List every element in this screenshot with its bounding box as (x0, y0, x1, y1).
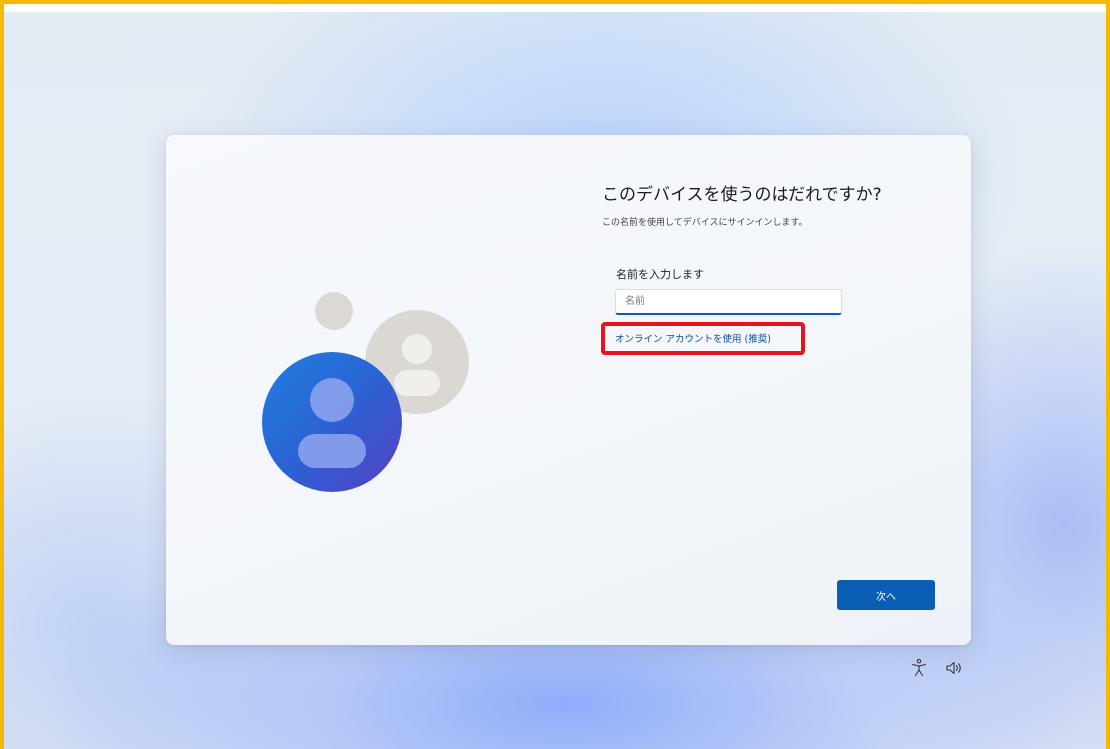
accessibility-icon[interactable] (909, 658, 929, 678)
screen-frame: このデバイスを使うのはだれですか? この名前を使用してデバイスにサインインします… (0, 0, 1110, 749)
name-field-label: 名前を入力します (616, 268, 704, 281)
page-subtitle: この名前を使用してデバイスにサインインします。 (602, 218, 808, 228)
volume-icon[interactable] (944, 658, 964, 678)
next-button[interactable]: 次へ (837, 580, 935, 610)
small-avatar-dot (315, 292, 353, 330)
name-input[interactable] (615, 289, 842, 315)
user-avatar-illustration (262, 292, 469, 492)
online-account-link[interactable]: オンライン アカウントを使用 (推奨) (615, 331, 771, 345)
primary-user-icon (262, 352, 402, 492)
page-title: このデバイスを使うのはだれですか? (602, 185, 882, 205)
